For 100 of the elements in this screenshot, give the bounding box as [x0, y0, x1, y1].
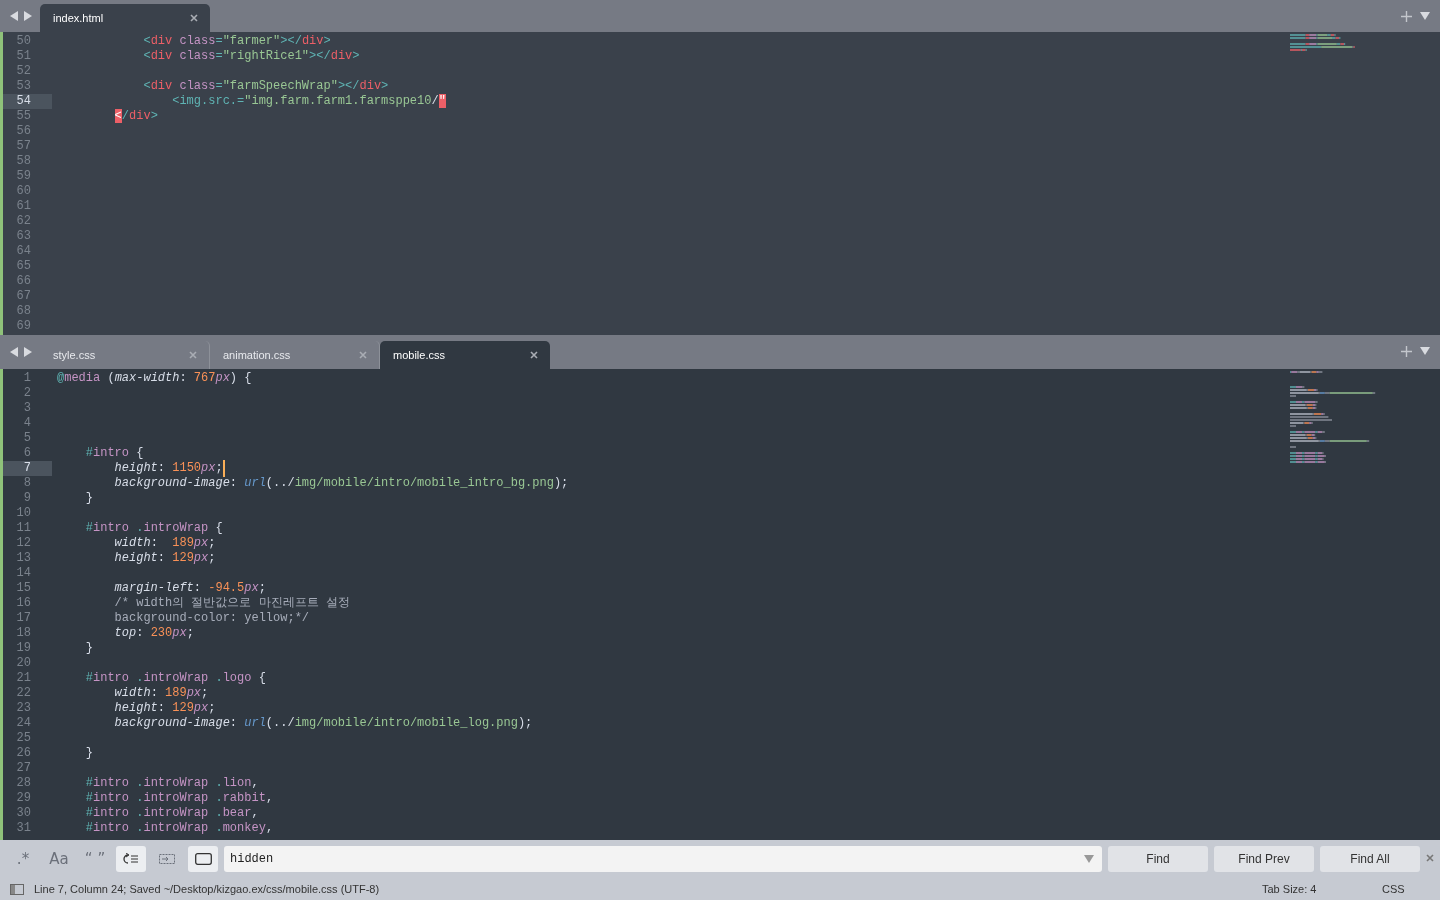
code-line: background-image: url(../img/mobile/intro/mobile_log.png); [113, 716, 533, 731]
file-tab[interactable]: mobile.css [380, 341, 550, 369]
close-icon[interactable] [530, 351, 538, 359]
line-number: 56 [15, 124, 32, 139]
code-line: </div> [113, 109, 158, 124]
dropdown-triangle-icon[interactable] [1084, 855, 1094, 863]
line-number: 66 [15, 274, 32, 289]
line-number: 58 [15, 154, 32, 169]
code-line: background-color: yellow;*/ [113, 611, 310, 626]
code-line: <div class="farmer"></div> [142, 34, 331, 49]
code-line: top: 230px; [113, 626, 194, 641]
line-number: 12 [15, 536, 32, 551]
plus-icon[interactable] [1401, 345, 1412, 357]
code-line: #intro .introWrap .logo { [84, 671, 266, 686]
line-number: 31 [15, 821, 32, 836]
highlight-toggle[interactable] [188, 846, 218, 872]
line-number: 5 [22, 431, 32, 446]
highlight-icon [194, 853, 212, 865]
line-number: 15 [15, 581, 32, 596]
line-number: 62 [15, 214, 32, 229]
line-number: 64 [15, 244, 32, 259]
line-number: 25 [15, 731, 32, 746]
code-editor[interactable] [0, 369, 1440, 840]
line-number: 63 [15, 229, 32, 244]
line-number: 2 [22, 386, 32, 401]
find-button[interactable]: Find Prev [1214, 846, 1314, 872]
code-editor[interactable]: 50 <div class="farmer"></div> 51 <div class="rightRice1"></div> 52 53 <div class="farmSpeechWrap"></div> 54 <img.src.="img.farm.farm1.farmsppe10/" 55 </div> 56 57 58 59 60 61 62 63 64 65 66 67 68 69 [0, 32, 1440, 335]
line-number: 67 [15, 289, 32, 304]
code-line: <img.src.="img.farm.farm1.farmsppe10/" [171, 94, 446, 109]
wrap-toggle[interactable] [116, 846, 146, 872]
line-number: 4 [22, 416, 32, 431]
line-number: 21 [15, 671, 32, 686]
code-line: margin-left: -94.5px; [113, 581, 266, 596]
plus-icon[interactable] [1401, 10, 1412, 22]
sidebar-toggle-icon[interactable] [10, 883, 24, 895]
line-number: 54 [3, 94, 52, 109]
line-number: 26 [15, 746, 32, 761]
line-number: 17 [15, 611, 32, 626]
code-line: #intro .introWrap { [84, 521, 223, 536]
line-number: 7 [3, 461, 52, 476]
code-line: } [84, 641, 93, 656]
code-line: @media (max-width: 767px) { [57, 371, 252, 386]
close-icon[interactable] [1426, 854, 1434, 862]
line-number: 55 [15, 109, 32, 124]
line-number: 27 [15, 761, 32, 776]
code-line: <div class="farmSpeechWrap"></div> [142, 79, 389, 94]
forward-arrow-icon[interactable] [23, 11, 32, 21]
line-number: 53 [15, 79, 32, 94]
line-number: 29 [15, 791, 32, 806]
line-number: 14 [15, 566, 32, 581]
line-number: 28 [15, 776, 32, 791]
code-line: #intro .introWrap .lion, [84, 776, 259, 791]
code-line: width: 189px; [113, 686, 209, 701]
line-number: 13 [15, 551, 32, 566]
line-number: 60 [15, 184, 32, 199]
syntax-label[interactable]: CSS [1382, 883, 1430, 895]
line-number: 69 [15, 319, 32, 334]
close-icon[interactable] [190, 14, 198, 22]
dropdown-triangle-icon[interactable] [1420, 347, 1430, 355]
line-number: 19 [15, 641, 32, 656]
find-button[interactable]: Find [1108, 846, 1208, 872]
status-text: Line 7, Column 24; Saved ~/Desktop/kizgao.ex/css/mobile.css (UTF-8) [34, 883, 381, 895]
line-number: 22 [15, 686, 32, 701]
line-number: 57 [15, 139, 32, 154]
code-line: #intro .introWrap .rabbit, [84, 791, 274, 806]
code-line: height: 129px; [113, 551, 216, 566]
forward-arrow-icon[interactable] [23, 347, 32, 357]
line-number: 52 [15, 64, 32, 79]
line-number: 61 [15, 199, 32, 214]
line-number: 51 [15, 49, 32, 64]
code-line: width: 189px; [113, 536, 216, 551]
code-line: /* width의 절반값으로 마진레프트 설정 [113, 596, 350, 611]
code-line: } [84, 491, 93, 506]
line-number: 30 [15, 806, 32, 821]
line-number: 20 [15, 656, 32, 671]
code-line: background-image: url(../img/mobile/intro/mobile_intro_bg.png); [113, 476, 569, 491]
line-number: 8 [22, 476, 32, 491]
line-number: 18 [15, 626, 32, 641]
code-line: } [84, 746, 93, 761]
line-number: 59 [15, 169, 32, 184]
line-number: 50 [15, 34, 32, 49]
line-number: 9 [22, 491, 32, 506]
code-line: #intro { [84, 446, 144, 461]
line-number: 16 [15, 596, 32, 611]
line-number: 11 [15, 521, 32, 536]
tab-size-label[interactable]: Tab Size: 4 [1262, 883, 1372, 895]
dropdown-triangle-icon[interactable] [1420, 12, 1430, 20]
wrap-icon [123, 853, 139, 865]
find-field[interactable]: hidden [224, 846, 1102, 872]
line-number: 23 [15, 701, 32, 716]
back-arrow-icon[interactable] [10, 347, 19, 357]
back-arrow-icon[interactable] [10, 11, 19, 21]
line-number: 65 [15, 259, 32, 274]
line-number: 10 [15, 506, 32, 521]
file-tab[interactable]: index.html [40, 4, 210, 32]
code-line: height: 1150px; [113, 461, 223, 476]
find-button[interactable]: Find All [1320, 846, 1420, 872]
code-line: #intro .introWrap .monkey, [84, 821, 274, 836]
code-line: #intro .introWrap .bear, [84, 806, 259, 821]
line-number: 68 [15, 304, 32, 319]
